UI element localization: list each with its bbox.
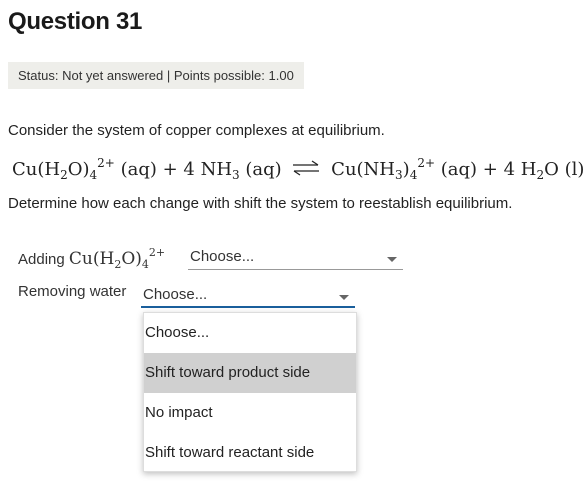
- dropdown-option-choose[interactable]: Choose...: [144, 313, 356, 353]
- eq-reactant-1: Cu(H2O)42+: [12, 156, 115, 182]
- select-removing-water-value: Choose...: [143, 286, 208, 303]
- select-adding[interactable]: Choose...: [188, 246, 403, 270]
- eq-product-1: Cu(NH3)42+: [331, 156, 436, 182]
- equilibrium-equation: Cu(H2O)42+ (aq) + 4 NH3 (aq) Cu(NH3)42+ …: [12, 156, 584, 182]
- row-label-adding: Adding Cu(H2O)42+: [18, 246, 166, 271]
- chevron-down-icon: [387, 257, 397, 262]
- select-adding-value: Choose...: [190, 248, 255, 265]
- dropdown-option-product-side[interactable]: Shift toward product side: [144, 353, 356, 393]
- dropdown-option-reactant-side[interactable]: Shift toward reactant side: [144, 433, 356, 473]
- dropdown-option-no-impact[interactable]: No impact: [144, 393, 356, 433]
- question-title: Question 31: [8, 8, 143, 35]
- select-removing-water[interactable]: Choose...: [141, 284, 355, 308]
- row-label-removing-water: Removing water: [18, 283, 127, 300]
- question-intro: Consider the system of copper complexes …: [8, 122, 385, 139]
- status-bar: Status: Not yet answered | Points possib…: [8, 62, 304, 89]
- question-instruction: Determine how each change with shift the…: [8, 195, 513, 212]
- eq-product-2: (aq) + 4 H2O (l): [435, 159, 585, 182]
- dropdown-menu: Choose... Shift toward product side No i…: [143, 312, 357, 472]
- chevron-down-icon: [339, 295, 349, 300]
- eq-reactant-2: (aq) + 4 NH3 (aq): [114, 159, 282, 182]
- equilibrium-arrows-icon: [293, 160, 320, 176]
- row-label-chem: Cu(H2O)42+: [68, 246, 166, 271]
